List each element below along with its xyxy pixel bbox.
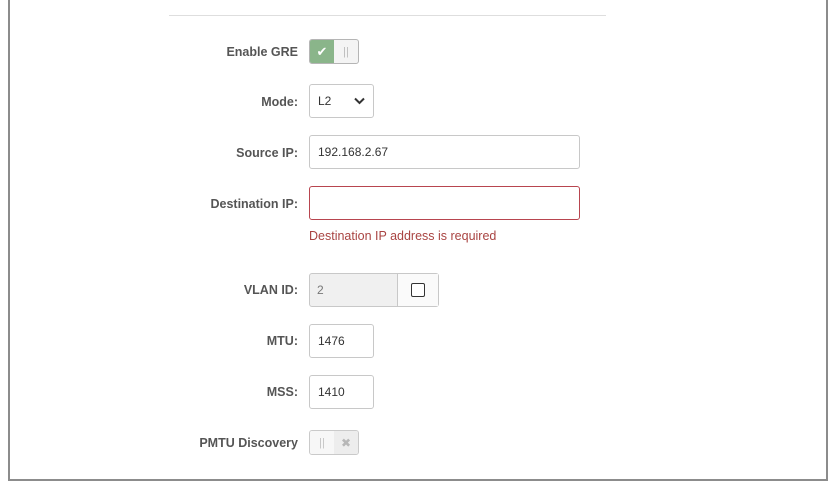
pmtu-discovery-label: PMTU Discovery <box>199 436 298 450</box>
vlan-id-checkbox[interactable] <box>411 283 425 297</box>
mss-input[interactable] <box>309 375 374 409</box>
vlan-id-checkbox-cell[interactable] <box>397 274 438 306</box>
pmtu-discovery-toggle[interactable]: || ✖ <box>309 430 359 455</box>
divider <box>169 15 606 16</box>
enable-gre-toggle[interactable]: ✔ || <box>309 39 359 64</box>
chevron-down-icon <box>354 94 365 108</box>
enable-gre-label: Enable GRE <box>226 45 298 59</box>
mode-label: Mode: <box>261 95 298 109</box>
source-ip-label: Source IP: <box>236 146 298 160</box>
vlan-id-input[interactable]: 2 <box>310 274 397 306</box>
toggle-grip-icon: || <box>343 45 349 58</box>
mtu-label: MTU: <box>266 334 298 348</box>
vlan-id-group: 2 <box>309 273 439 307</box>
mtu-input[interactable] <box>309 324 374 358</box>
mode-select-value: L2 <box>318 94 332 108</box>
destination-ip-label: Destination IP: <box>210 197 298 211</box>
source-ip-input[interactable] <box>309 135 580 169</box>
close-icon: ✖ <box>334 431 358 454</box>
destination-ip-error: Destination IP address is required <box>309 229 497 243</box>
toggle-grip-icon: || <box>310 431 334 454</box>
mode-select[interactable]: L2 <box>309 84 374 118</box>
destination-ip-input[interactable] <box>309 186 580 220</box>
vlan-id-label: VLAN ID: <box>243 283 298 297</box>
check-icon: ✔ <box>310 40 334 63</box>
mss-label: MSS: <box>266 385 298 399</box>
